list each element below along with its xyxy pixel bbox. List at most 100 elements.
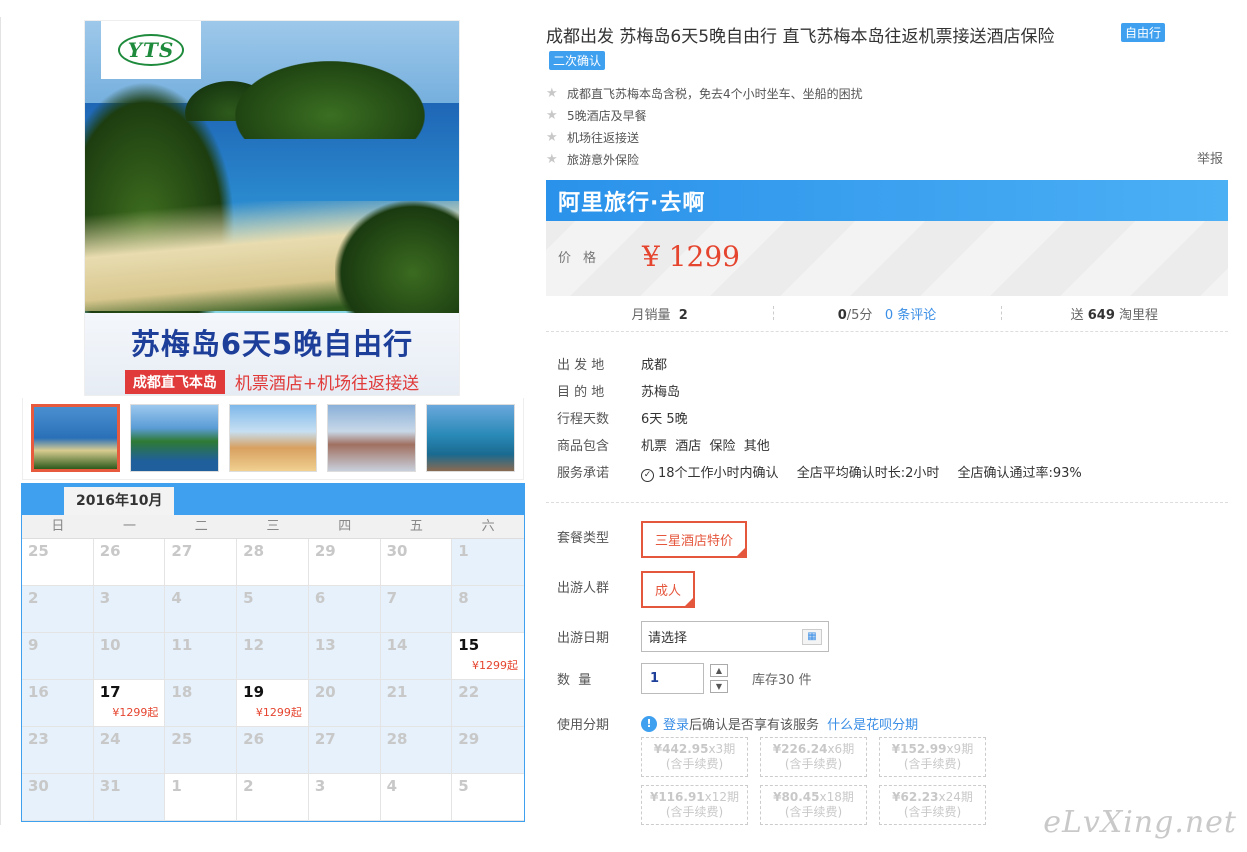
calendar-day[interactable]: 15 ¥1299起: [452, 633, 524, 680]
huabei-link[interactable]: 什么是花呗分期: [827, 718, 918, 733]
calendar-day[interactable]: 17 ¥1299起: [93, 680, 166, 727]
installment-periods: x12期: [704, 790, 740, 804]
calendar-day: 20: [308, 680, 381, 727]
traveler-chip[interactable]: 成人: [641, 571, 696, 608]
calendar-day: 29: [452, 727, 524, 774]
star-icon: ★: [546, 85, 558, 101]
feature-text: 5晚酒店及早餐: [567, 108, 647, 123]
calendar-day: 3: [93, 586, 166, 633]
installment-option[interactable]: ¥80.45x18期 (含手续费): [760, 785, 867, 825]
calendar-day-number: 5: [243, 589, 254, 607]
date-option-row: 出游日期 请选择 ▦: [557, 621, 829, 652]
points-prefix: 送: [1070, 308, 1084, 323]
info-row-origin: 出 发 地 成都: [557, 350, 1227, 377]
info-row-duration: 行程天数 6天 5晚: [557, 404, 1227, 431]
feature-text: 机场往返接送: [567, 130, 640, 145]
calendar-day-number: 13: [314, 636, 336, 654]
report-link[interactable]: 举报: [1197, 148, 1223, 167]
info-label: 目 的 地: [557, 385, 605, 400]
info-label: 服务承诺: [557, 466, 610, 481]
installment-fee: (含手续费): [784, 757, 843, 771]
calendar-day-number: 1: [171, 777, 182, 795]
free-travel-tag: 自由行: [1121, 23, 1166, 42]
installment-periods: x3期: [708, 742, 736, 756]
increase-button[interactable]: ▲: [710, 664, 728, 677]
sales-stats: 月销量 2 0/5分 0 条评论 送 649 淘里程: [546, 296, 1228, 332]
thumbnail-5[interactable]: [426, 404, 515, 472]
installment-amount: ¥116.91: [649, 790, 705, 804]
departure-calendar: 2016年10月 日 一 二 三 四 五 六 25 26 27 28 29 30 1 2 3 4 5…: [21, 483, 525, 822]
calendar-day-number: 27: [171, 542, 193, 560]
calendar-day: 12: [237, 633, 309, 680]
calendar-day-number: 18: [171, 683, 193, 701]
calendar-icon[interactable]: ▦: [802, 628, 822, 645]
installment-amount-line: ¥226.24x6期: [761, 742, 866, 757]
weekday: 四: [338, 519, 352, 534]
calendar-day: 24: [93, 727, 166, 774]
thumbnail-4[interactable]: [327, 404, 417, 472]
thumbnail-3[interactable]: [228, 404, 318, 472]
calendar-day: 7: [380, 586, 453, 633]
thumbnail-image: [427, 405, 514, 471]
main-product-image[interactable]: YTS 苏梅岛6天5晚自由行 成都直飞本岛 机票酒店+机场往返接送: [84, 20, 460, 396]
calendar-day: 8: [452, 586, 524, 633]
info-label: 行程天数: [557, 412, 610, 427]
price-box: 阿里旅行·去啊 价格 ¥ 1299: [546, 180, 1228, 296]
info-label: 出 发 地: [557, 358, 605, 373]
package-label: 套餐类型: [557, 531, 610, 546]
login-link[interactable]: 登录: [663, 718, 689, 733]
installment-option[interactable]: ¥442.95x3期 (含手续费): [641, 737, 748, 777]
brand-name: 阿里旅行·去啊: [558, 190, 706, 216]
service-item: 全店平均确认时长:2小时: [796, 465, 940, 481]
info-value: 苏梅岛: [641, 385, 681, 400]
calendar-day-number: 30: [28, 777, 49, 795]
agency-logo: YTS: [101, 21, 201, 79]
calendar-day-number: 28: [386, 730, 408, 748]
calendar-day-number: 29: [314, 542, 336, 560]
product-details: 成都出发 苏梅岛6天5晚自由行 直飞苏梅本岛往返机票接送酒店保险 自由行 二次确…: [546, 0, 1228, 852]
traveler-label: 出游人群: [557, 581, 610, 596]
calendar-day-number: 4: [386, 777, 397, 795]
info-row-service: 服务承诺 ✓ 18个工作小时内确认 全店平均确认时长:2小时 全店确认通过率:93…: [557, 458, 1227, 485]
calendar-header: 2016年10月: [22, 484, 524, 515]
installment-option[interactable]: ¥116.91x12期 (含手续费): [641, 785, 748, 825]
calendar-day: 9: [22, 633, 94, 680]
weekday: 一: [123, 519, 137, 534]
installment-option[interactable]: ¥62.23x24期 (含手续费): [879, 785, 986, 825]
calendar-month-tab[interactable]: 2016年10月: [64, 487, 175, 515]
installment-option[interactable]: ¥152.99x9期 (含手续费): [879, 737, 986, 777]
sales-label: 月销量: [631, 308, 671, 323]
stock-text: 库存30 件: [752, 673, 812, 688]
calendar-day: 22: [452, 680, 524, 727]
date-value: 请选择: [648, 631, 688, 646]
thumbnail-2[interactable]: [129, 404, 219, 472]
feature-item: ★ 旅游意外保险: [546, 148, 1228, 170]
info-icon: !: [641, 715, 657, 732]
calendar-day-number: 1: [458, 542, 469, 560]
date-picker[interactable]: 请选择 ▦: [641, 621, 829, 652]
quantity-stepper: ▲ ▼: [710, 664, 728, 693]
calendar-day-number: 21: [386, 683, 408, 701]
decrease-button[interactable]: ▼: [710, 680, 728, 693]
calendar-day: 21: [380, 680, 453, 727]
watermark: eLvXing.net: [1043, 805, 1237, 840]
feature-text: 旅游意外保险: [567, 152, 640, 167]
installment-option[interactable]: ¥226.24x6期 (含手续费): [760, 737, 867, 777]
thumbnail-1[interactable]: [31, 404, 120, 472]
calendar-day-number: 26: [243, 730, 265, 748]
calendar-day: 26: [93, 539, 166, 586]
price-row: 价格 ¥ 1299: [546, 221, 1228, 291]
calendar-weekdays: 日 一 二 三 四 五 六: [22, 515, 524, 539]
reviews-link[interactable]: 0 条评论: [885, 308, 936, 323]
package-chip[interactable]: 三星酒店特价: [641, 521, 748, 558]
banner-text: 机票酒店+机场往返接送: [234, 374, 420, 394]
calendar-day: 27: [308, 727, 381, 774]
calendar-day-number: 14: [386, 636, 408, 654]
image-palms-right: [335, 201, 459, 321]
calendar-day-number: 19: [243, 683, 265, 701]
calendar-day: 5: [452, 774, 524, 821]
quantity-input[interactable]: 1: [641, 663, 704, 694]
calendar-day: 18: [165, 680, 238, 727]
calendar-day[interactable]: 19 ¥1299起: [237, 680, 309, 727]
calendar-day-number: 5: [458, 777, 469, 795]
